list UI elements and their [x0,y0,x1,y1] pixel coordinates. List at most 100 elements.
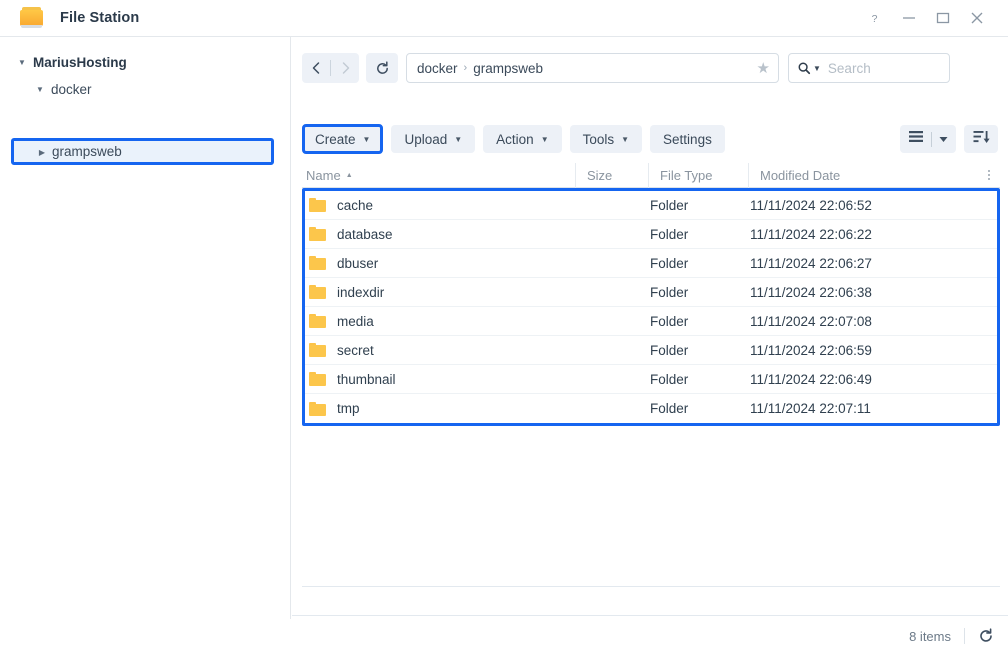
settings-button-label: Settings [663,131,712,147]
item-count-label: 8 items [909,628,951,644]
chevron-down-icon: ▼ [621,134,630,144]
column-header-name[interactable]: Name ▲ [302,163,575,188]
status-bar: 8 items [292,615,1008,656]
minimize-icon[interactable] [892,4,926,32]
kebab-menu-icon[interactable] [988,170,990,180]
file-modified-date: 11/11/2024 22:07:11 [750,401,871,416]
file-type: Folder [650,342,689,358]
file-name-cell: media [305,314,575,329]
close-icon[interactable] [960,4,994,32]
sidebar-item-docker[interactable]: docker [0,76,290,103]
chevron-down-icon[interactable]: ▼ [813,64,821,73]
breadcrumb-item-grampsweb[interactable]: grampsweb [473,61,543,76]
search-icon[interactable] [797,61,811,75]
table-row[interactable]: thumbnail Folder 11/11/2024 22:06:49 [305,365,997,394]
page-title: File Station [60,10,140,26]
file-name-cell: cache [305,198,575,213]
file-name: indexdir [337,284,385,300]
tools-button-label: Tools [582,131,615,147]
window-titlebar: File Station ? [0,0,1008,37]
table-body: cache Folder 11/11/2024 22:06:52 databas… [302,188,1000,426]
folder-icon [309,198,326,212]
refresh-button[interactable] [366,53,398,83]
nav-button-group [302,53,359,83]
table-row[interactable]: secret Folder 11/11/2024 22:06:59 [305,336,997,365]
svg-text:?: ? [871,13,877,25]
tools-button[interactable]: Tools ▼ [569,125,643,153]
table-row[interactable]: dbuser Folder 11/11/2024 22:06:27 [305,249,997,278]
column-label: Modified Date [760,167,841,183]
file-name-cell: tmp [305,401,575,416]
status-refresh-button[interactable] [978,628,994,644]
sort-button[interactable] [964,125,998,153]
column-options-button[interactable] [978,163,1000,188]
back-button[interactable] [302,53,330,83]
column-label: File Type [660,167,713,183]
table-row[interactable]: cache Folder 11/11/2024 22:06:52 [305,191,997,220]
upload-button[interactable]: Upload ▼ [391,125,476,153]
sidebar-item-grampsweb[interactable]: grampsweb [11,138,274,165]
file-type: Folder [650,284,689,300]
search-input[interactable]: ▼ Search [788,53,950,83]
action-toolbar: Create ▼ Upload ▼ Action ▼ Tools ▼ Setti… [292,123,1008,155]
search-placeholder: Search [827,60,871,76]
file-modified-date: 11/11/2024 22:06:49 [750,371,872,387]
chevron-down-icon[interactable] [939,130,948,148]
column-header-file-type[interactable]: File Type [648,162,748,188]
folder-icon [309,372,326,386]
file-name-cell: indexdir [305,285,575,300]
file-modified-date: 11/11/2024 22:06:22 [750,226,872,242]
sidebar-item-mariushosting[interactable]: MariusHosting [0,49,290,76]
file-name: thumbnail [337,371,396,387]
action-button[interactable]: Action ▼ [483,125,562,153]
file-name: database [337,226,393,242]
file-modified-date: 11/11/2024 22:06:59 [750,342,872,358]
table-row[interactable]: database Folder 11/11/2024 22:06:22 [305,220,997,249]
table-row[interactable]: media Folder 11/11/2024 22:07:08 [305,307,997,336]
chevron-right-icon[interactable] [35,148,49,157]
file-name-cell: secret [305,343,575,358]
create-button[interactable]: Create ▼ [302,124,384,154]
table-header: Name ▲ Size File Type Modified Date [302,162,1000,188]
column-header-size[interactable]: Size [575,162,648,188]
file-type: Folder [650,226,689,242]
settings-button[interactable]: Settings [650,125,725,153]
maximize-icon[interactable] [926,4,960,32]
file-modified-date: 11/11/2024 22:06:38 [750,284,872,300]
status-separator [964,628,965,644]
file-modified-date: 11/11/2024 22:06:27 [750,255,872,271]
view-controls [900,125,1008,153]
help-icon[interactable]: ? [858,4,892,32]
chevron-down-icon[interactable] [15,58,29,67]
file-type: Folder [650,401,689,416]
forward-button[interactable] [331,53,359,83]
sidebar: MariusHosting docker grampsweb [0,37,291,619]
file-type: Folder [650,371,689,387]
table-row[interactable]: indexdir Folder 11/11/2024 22:06:38 [305,278,997,307]
chevron-down-icon: ▼ [362,134,371,144]
breadcrumb-item-docker[interactable]: docker [417,61,458,76]
chevron-down-icon[interactable] [33,85,47,94]
folder-icon [309,256,326,270]
column-header-modified-date[interactable]: Modified Date [748,162,978,188]
breadcrumb[interactable]: docker › grampsweb ★ [406,53,779,83]
sort-descending-icon[interactable] [973,130,990,149]
window-controls: ? [858,4,1008,32]
sidebar-item-label: MariusHosting [33,55,127,70]
list-view-icon[interactable] [908,130,924,148]
sort-ascending-icon: ▲ [345,171,353,179]
folder-icon [309,285,326,299]
file-name: secret [337,342,374,358]
column-label: Name [306,167,341,183]
sidebar-item-label: grampsweb [52,144,122,159]
content-divider [302,586,1000,587]
file-type: Folder [650,197,689,213]
chevron-down-icon: ▼ [540,134,549,144]
create-button-label: Create [315,131,356,147]
star-icon[interactable]: ★ [757,59,770,77]
table-row[interactable]: tmp Folder 11/11/2024 22:07:11 [305,394,997,423]
column-label: Size [587,167,613,183]
main-panel: docker › grampsweb ★ ▼ Search Create ▼ U… [292,37,1008,644]
view-mode-button[interactable] [900,125,956,153]
folder-icon [20,7,46,29]
